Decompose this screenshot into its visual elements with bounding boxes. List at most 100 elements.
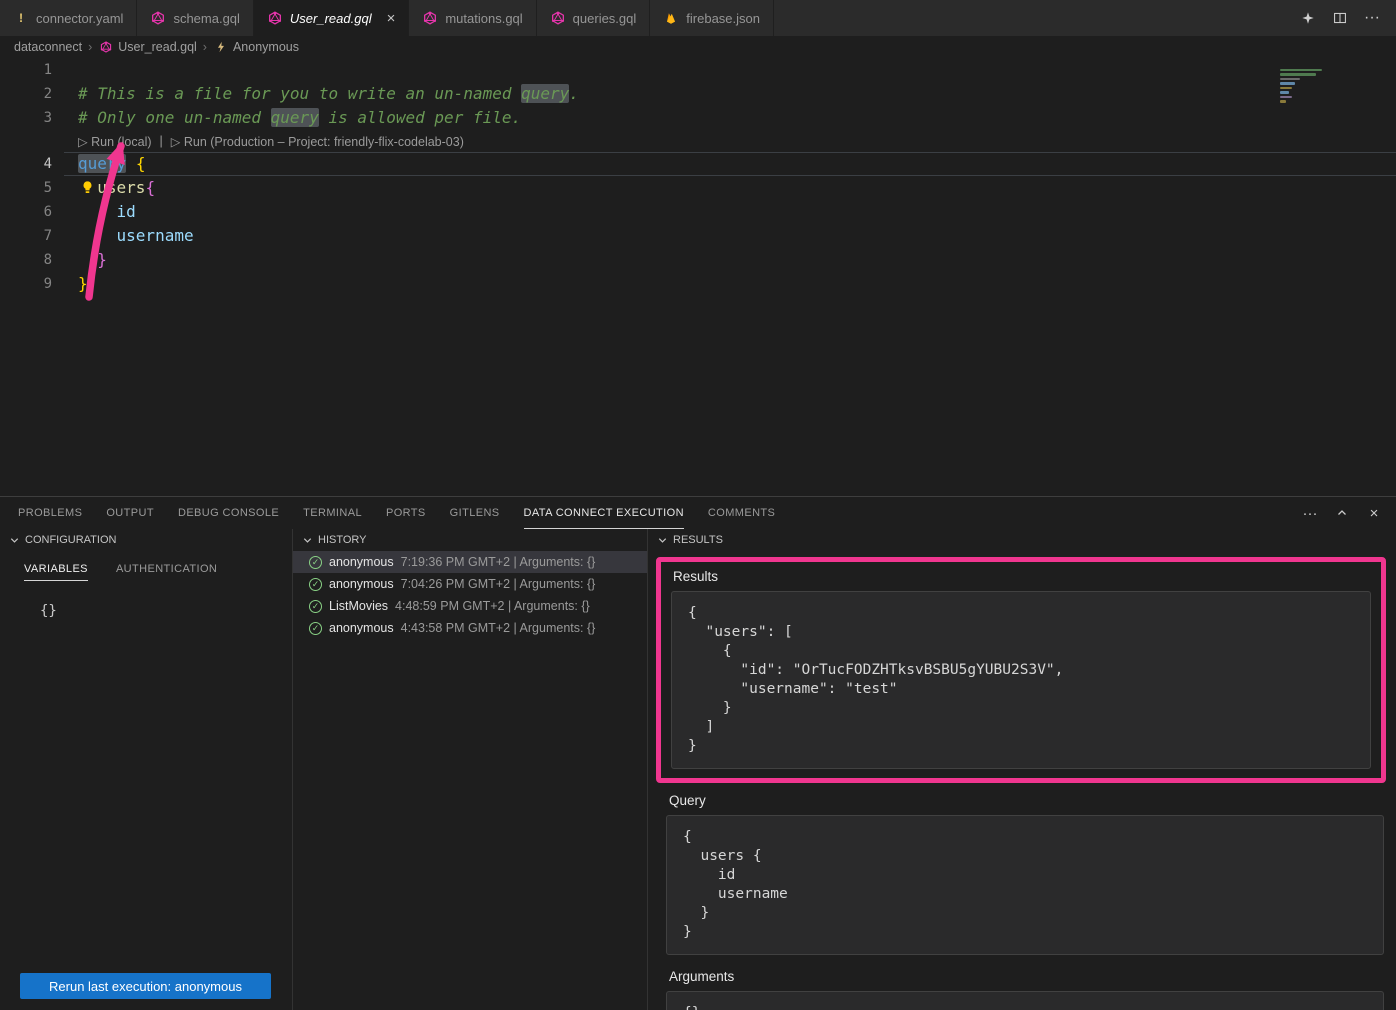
line-number: 8 [0, 248, 64, 272]
lightbulb-icon[interactable] [80, 180, 95, 195]
code-token: { [136, 154, 146, 173]
editor-tab-mutations-gql[interactable]: mutations.gql [409, 0, 536, 36]
line-number: 6 [0, 200, 64, 224]
line-content[interactable] [64, 58, 1396, 82]
line-number: 5 [0, 176, 64, 200]
line-content[interactable]: } [64, 248, 1396, 272]
history-item-anonymous[interactable]: ✓anonymous7:04:26 PM GMT+2 | Arguments: … [293, 573, 647, 595]
configuration-title: CONFIGURATION [25, 534, 116, 546]
config-tab-authentication[interactable]: AUTHENTICATION [116, 563, 217, 581]
line-content[interactable]: username [64, 224, 1396, 248]
breadcrumb-item-dataconnect[interactable]: dataconnect [14, 40, 82, 54]
code-line-1[interactable]: 1 [0, 58, 1396, 82]
line-content[interactable]: # Only one un-named query is allowed per… [64, 106, 1396, 130]
more-actions-icon[interactable]: ··· [1302, 505, 1318, 521]
line-number: 1 [0, 58, 64, 82]
history-name: anonymous [329, 621, 394, 635]
code-line-5[interactable]: 5 users{ [0, 176, 1396, 200]
breadcrumb-separator: › [203, 40, 207, 54]
code-token: query [521, 84, 569, 103]
panel-tab-debug-console[interactable]: DEBUG CONSOLE [178, 497, 279, 529]
chevron-down-icon [302, 535, 313, 546]
sparkle-icon[interactable] [1300, 10, 1316, 26]
history-item-anonymous[interactable]: ✓anonymous4:43:58 PM GMT+2 | Arguments: … [293, 617, 647, 639]
editor-tab-connector-yaml[interactable]: !connector.yaml [0, 0, 137, 36]
breadcrumb-label: User_read.gql [118, 40, 197, 54]
minimap-line [1280, 69, 1322, 72]
configuration-header[interactable]: CONFIGURATION [0, 529, 292, 551]
panel-tab-bar: PROBLEMS OUTPUT DEBUG CONSOLE TERMINAL PORTS… [0, 497, 1396, 529]
graphql-icon [422, 10, 438, 26]
rerun-button[interactable]: Rerun last execution: anonymous [20, 973, 271, 999]
code-token: users [97, 178, 145, 197]
breadcrumb: dataconnect › User_read.gql › Anonymous [0, 36, 1396, 58]
code-editor[interactable]: 12# This is a file for you to write an u… [0, 58, 1396, 496]
config-tab-variables[interactable]: VARIABLES [24, 563, 88, 581]
minimap[interactable] [1280, 64, 1340, 103]
code-line-3[interactable]: 3# Only one un-named query is allowed pe… [0, 106, 1396, 130]
line-content[interactable]: users{ [64, 176, 1396, 200]
graphql-icon [150, 10, 166, 26]
panel-tab-terminal[interactable]: TERMINAL [303, 497, 362, 529]
history-details: 7:04:26 PM GMT+2 | Arguments: {} [401, 577, 596, 591]
code-token: # Only one un-named [78, 108, 271, 127]
close-panel-icon[interactable]: × [1366, 505, 1382, 521]
codelens-run-local[interactable]: ▷ Run (local) [78, 134, 152, 149]
results-title: RESULTS [673, 534, 723, 546]
history-item-listmovies[interactable]: ✓ListMovies4:48:59 PM GMT+2 | Arguments:… [293, 595, 647, 617]
minimap-line [1280, 73, 1316, 76]
code-token: query [78, 154, 126, 173]
minimap-line [1280, 78, 1300, 81]
panel-tab-ports[interactable]: PORTS [386, 497, 426, 529]
line-content[interactable]: } [64, 272, 1396, 296]
panel-tab-data-connect-execution[interactable]: DATA CONNECT EXECUTION [524, 497, 684, 529]
editor-tab-queries-gql[interactable]: queries.gql [537, 0, 651, 36]
line-content[interactable]: query { [64, 152, 1396, 176]
editor-tab-schema-gql[interactable]: schema.gql [137, 0, 253, 36]
tab-label: schema.gql [173, 11, 239, 26]
code-token [78, 202, 117, 221]
chevron-down-icon [657, 535, 668, 546]
code-line-8[interactable]: 8 } [0, 248, 1396, 272]
code-line-7[interactable]: 7 username [0, 224, 1396, 248]
history-header[interactable]: HISTORY [293, 529, 647, 551]
history-name: ListMovies [329, 599, 388, 613]
tab-label: connector.yaml [36, 11, 123, 26]
breadcrumb-separator: › [88, 40, 92, 54]
breadcrumb-item-anonymous[interactable]: Anonymous [213, 39, 299, 55]
codelens-run-production[interactable]: ▷ Run (Production – Project: friendly-fl… [171, 134, 464, 149]
annotation-highlight-box: Results { "users": [ { "id": "OrTucFODZH… [656, 557, 1386, 783]
history-details: 7:19:36 PM GMT+2 | Arguments: {} [401, 555, 596, 569]
line-content[interactable]: # This is a file for you to write an un-… [64, 82, 1396, 106]
more-actions-icon[interactable]: ··· [1364, 10, 1380, 26]
panel-tab-gitlens[interactable]: GITLENS [450, 497, 500, 529]
code-line-6[interactable]: 6 id [0, 200, 1396, 224]
arguments-json: {} [666, 991, 1384, 1010]
line-content[interactable]: id [64, 200, 1396, 224]
code-line-2[interactable]: 2# This is a file for you to write an un… [0, 82, 1396, 106]
results-heading: Results [673, 569, 1371, 584]
results-section: RESULTS Results { "users": [ { "id": "Or… [648, 529, 1396, 1010]
code-line-9[interactable]: 9} [0, 272, 1396, 296]
tab-close-icon[interactable]: × [387, 11, 396, 26]
line-number: 4 [0, 152, 64, 176]
editor-tab-bar: !connector.yaml schema.gql User_read.gql×m… [0, 0, 1396, 36]
chevron-down-icon [9, 535, 20, 546]
code-line-4[interactable]: 4query { [0, 152, 1396, 176]
history-name: anonymous [329, 555, 394, 569]
results-header[interactable]: RESULTS [648, 529, 1396, 551]
history-item-anonymous[interactable]: ✓ anonymous 7:19:36 PM GMT+2 | Arguments: … [293, 551, 647, 573]
editor-tab-user-read-gql[interactable]: User_read.gql× [254, 0, 409, 36]
breadcrumb-item-user-read-gql[interactable]: User_read.gql [98, 39, 197, 55]
chevron-up-icon[interactable] [1334, 505, 1350, 521]
panel-tab-output[interactable]: OUTPUT [106, 497, 154, 529]
tab-label: firebase.json [686, 11, 760, 26]
editor-tab-firebase-json[interactable]: firebase.json [650, 0, 774, 36]
check-mark: ✓ [312, 558, 320, 567]
panel-tab-comments[interactable]: COMMENTS [708, 497, 775, 529]
bottom-panel: PROBLEMS OUTPUT DEBUG CONSOLE TERMINAL PORTS… [0, 496, 1396, 1010]
editor-lines: 12# This is a file for you to write an u… [0, 58, 1396, 296]
split-editor-icon[interactable] [1332, 10, 1348, 26]
panel-tab-problems[interactable]: PROBLEMS [18, 497, 82, 529]
graphql-icon [267, 10, 283, 26]
